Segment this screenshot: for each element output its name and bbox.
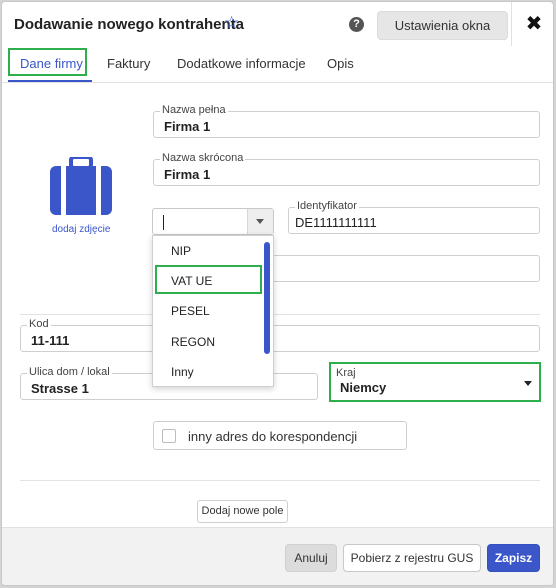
full-name-value: Firma 1 — [164, 119, 211, 134]
chevron-down-icon — [256, 219, 264, 224]
header-divider — [511, 2, 512, 46]
correspondence-checkbox[interactable] — [162, 429, 176, 443]
postal-code-value: 11-111 — [31, 333, 70, 348]
id-type-dropdown: NIP VAT UE PESEL REGON Inny — [152, 235, 274, 387]
correspondence-label: inny adres do korespondencji — [188, 429, 358, 444]
close-icon[interactable]: ✖ — [522, 12, 546, 36]
identifier-field[interactable]: Identyfikator DE1111111111 — [288, 200, 540, 234]
short-name-value: Firma 1 — [164, 167, 211, 182]
dropdown-option-inny[interactable]: Inny — [171, 365, 194, 379]
tab-bar: Dane firmy Faktury Dodatkowe informacje … — [2, 46, 553, 83]
tab-additional-info[interactable]: Dodatkowe informacje — [177, 56, 306, 71]
country-chevron-down-icon — [524, 381, 532, 386]
street-label: Ulica dom / lokal — [27, 366, 112, 379]
add-photo-link[interactable]: dodaj zdjęcie — [52, 224, 110, 235]
short-name-field[interactable]: Nazwa skrócona Firma 1 — [153, 152, 540, 186]
help-icon[interactable]: ? — [349, 17, 364, 32]
dropdown-option-vat-ue[interactable]: VAT UE — [171, 274, 212, 288]
id-type-select[interactable] — [152, 208, 274, 235]
full-name-label: Nazwa pełna — [160, 104, 228, 117]
add-new-field-button[interactable]: Dodaj nowe pole — [197, 500, 288, 523]
new-contractor-dialog: Dodawanie nowego kontrahenta ☆ ? Ustawie… — [1, 1, 554, 586]
bottom-divider — [20, 480, 540, 481]
tab-company-data[interactable]: Dane firmy — [20, 56, 83, 71]
save-button[interactable]: Zapisz — [487, 544, 540, 572]
tab-invoices[interactable]: Faktury — [107, 56, 150, 71]
section-divider — [20, 314, 540, 315]
dropdown-option-pesel[interactable]: PESEL — [171, 304, 210, 318]
country-value: Niemcy — [340, 380, 387, 395]
cancel-button[interactable]: Anuluj — [285, 544, 337, 572]
postal-code-field[interactable]: Kod 11-111 — [20, 318, 540, 352]
dialog-footer: Anuluj Pobierz z rejestru GUS Zapisz — [2, 527, 553, 585]
active-tab-underline — [8, 80, 92, 82]
favorite-star-icon[interactable]: ☆ — [224, 13, 239, 33]
dropdown-option-nip[interactable]: NIP — [171, 244, 191, 258]
short-name-label: Nazwa skrócona — [160, 152, 246, 165]
dialog-header: Dodawanie nowego kontrahenta ☆ ? Ustawie… — [2, 2, 553, 46]
country-label: Kraj — [336, 367, 356, 379]
dropdown-option-regon[interactable]: REGON — [171, 335, 215, 349]
text-cursor — [163, 215, 164, 230]
full-name-field[interactable]: Nazwa pełna Firma 1 — [153, 104, 540, 138]
identifier-value: DE1111111111 — [295, 215, 377, 230]
identifier-label: Identyfikator — [295, 200, 359, 213]
tab-description[interactable]: Opis — [327, 56, 354, 71]
dialog-title: Dodawanie nowego kontrahenta — [14, 16, 245, 33]
id-type-toggle[interactable] — [247, 209, 273, 234]
fetch-gus-button[interactable]: Pobierz z rejestru GUS — [343, 544, 481, 572]
correspondence-address-toggle[interactable]: inny adres do korespondencji — [153, 421, 407, 450]
country-select[interactable]: Kraj Niemcy — [329, 362, 541, 402]
dropdown-scrollbar[interactable] — [264, 242, 270, 354]
street-value: Strasse 1 — [31, 381, 89, 396]
window-settings-button[interactable]: Ustawienia okna — [377, 11, 508, 40]
suitcase-icon[interactable] — [50, 157, 112, 215]
postal-code-label: Kod — [27, 318, 51, 331]
extra-field[interactable] — [272, 255, 540, 282]
